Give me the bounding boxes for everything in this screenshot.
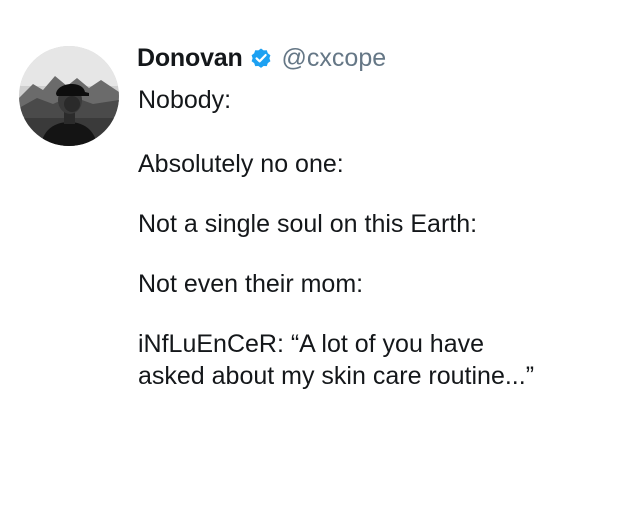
- tweet-header: Donovan @cxcope: [137, 40, 386, 76]
- tweet: Donovan @cxcope Nobody: Absolutely no on…: [0, 0, 640, 517]
- author-name[interactable]: Donovan: [137, 44, 243, 73]
- tweet-line-influencer: iNfLuEnCeR: “A lot of you have: [138, 330, 485, 358]
- tweet-line-nobody: Nobody:: [138, 86, 232, 114]
- tweet-line-single-soul: Not a single soul on this Earth:: [138, 210, 478, 238]
- author-handle[interactable]: @cxcope: [282, 44, 387, 73]
- avatar-photo: [19, 46, 119, 146]
- line-spacer: [138, 240, 628, 268]
- tweet-line-skin-care: asked about my skin care routine...”: [138, 362, 535, 390]
- line-spacer: [138, 300, 628, 328]
- tweet-line-absolutely-no-one: Absolutely no one:: [138, 150, 344, 178]
- verified-badge-icon: [249, 46, 273, 70]
- line-spacer: [138, 116, 628, 148]
- line-spacer: [138, 180, 628, 208]
- tweet-line-their-mom: Not even their mom:: [138, 270, 364, 298]
- tweet-text: Nobody: Absolutely no one: Not a single …: [138, 84, 628, 392]
- avatar[interactable]: [19, 46, 119, 146]
